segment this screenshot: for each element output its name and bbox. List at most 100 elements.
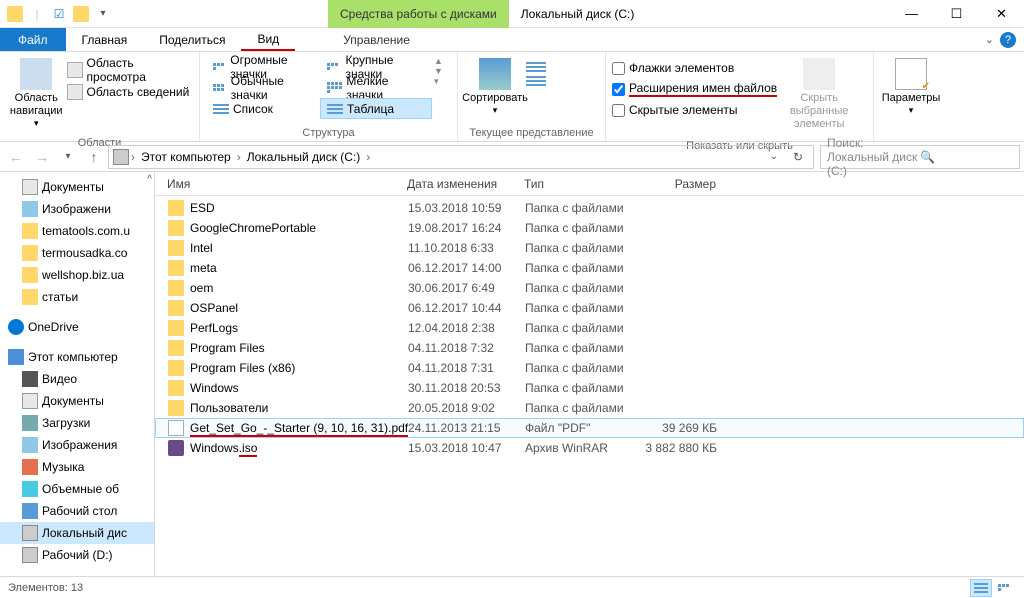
tree-item-label: Документы [42,180,104,194]
col-size[interactable]: Размер [636,177,736,191]
tree-item-icon [22,245,38,261]
tree-item[interactable]: Объемные об [0,478,154,500]
tree-item[interactable]: статьи [0,286,154,308]
tree-item[interactable]: Музыка [0,456,154,478]
file-tab[interactable]: Файл [0,28,66,51]
table-row[interactable]: PerfLogs12.04.2018 2:38Папка с файлами [155,318,1024,338]
table-row[interactable]: oem30.06.2017 6:49Папка с файлами [155,278,1024,298]
tree-item[interactable]: Рабочий стол [0,500,154,522]
column-headers[interactable]: Имя Дата изменения Тип Размер [155,172,1024,196]
tree-item[interactable]: Этот компьютер [0,346,154,368]
help-icon[interactable]: ? [1000,32,1016,48]
tree-item[interactable]: Документы [0,390,154,412]
layout-scroll-down-icon[interactable]: ▼ [434,66,443,76]
table-row[interactable]: Intel11.10.2018 6:33Папка с файлами [155,238,1024,258]
layout-normal-icons[interactable]: Обычные значки [206,77,318,98]
qat-props-icon[interactable]: ☑ [48,3,70,25]
up-button[interactable]: ↑ [82,145,106,169]
sort-button[interactable]: Сортировать▾ [464,56,526,118]
qat-newfolder-icon[interactable] [70,3,92,25]
tree-item[interactable]: wellshop.biz.ua [0,264,154,286]
breadcrumb-sep-icon[interactable]: › [366,150,370,164]
breadcrumb-drive-c[interactable]: Локальный диск (C:) [243,150,365,164]
table-row[interactable]: Windows30.11.2018 20:53Папка с файлами [155,378,1024,398]
recent-locations-button[interactable]: ▾ [56,145,80,169]
table-row[interactable]: GoogleChromePortable19.08.2017 16:24Папк… [155,218,1024,238]
file-extensions-toggle[interactable]: Расширения имен файлов [612,79,777,99]
table-row[interactable]: meta06.12.2017 14:00Папка с файлами [155,258,1024,278]
tree-scroll-up-icon[interactable]: ^ [147,174,152,185]
table-row[interactable]: Windows.iso15.03.2018 10:47Архив WinRAR3… [155,438,1024,458]
sizecol-icon[interactable] [526,76,546,86]
tree-item-icon [22,179,38,195]
search-box[interactable]: Поиск: Локальный диск (C:) 🔍 [820,145,1020,169]
layout-table[interactable]: Таблица [320,98,432,119]
qat-customize-icon[interactable]: ▾ [92,3,114,25]
breadcrumb-sep-icon[interactable]: › [131,150,135,164]
file-name: Program Files (x86) [190,361,408,375]
tree-item[interactable]: Документы [0,176,154,198]
address-bar[interactable]: › Этот компьютер › Локальный диск (C:) ›… [108,145,814,169]
layout-more-icon[interactable]: ▾ [434,76,443,87]
item-checkboxes-checkbox[interactable] [612,62,625,75]
close-button[interactable]: ✕ [979,0,1024,28]
col-type[interactable]: Тип [524,177,636,191]
maximize-button[interactable]: ☐ [934,0,979,28]
nav-pane-icon [20,58,52,90]
share-tab[interactable]: Поделиться [143,28,241,51]
view-details-button[interactable] [970,579,992,597]
nav-tree[interactable]: ^ Документы Изображениtematools.com.uterm… [0,172,155,576]
col-date[interactable]: Дата изменения [407,177,524,191]
view-icons-button[interactable] [994,579,1016,597]
hide-selected-button[interactable]: Скрыть выбранные элементы [777,56,861,134]
file-type: Папка с файлами [525,301,637,315]
table-row[interactable]: Get_Set_Go_-_Starter (9, 10, 16, 31).pdf… [155,418,1024,438]
ribbon-collapse-icon[interactable]: ⌄ [985,33,994,46]
small-icons-icon [327,82,342,93]
layout-scroll-up-icon[interactable]: ▲ [434,56,443,66]
tree-item[interactable]: OneDrive [0,316,154,338]
table-row[interactable]: Program Files04.11.2018 7:32Папка с файл… [155,338,1024,358]
file-extensions-checkbox[interactable] [612,83,625,96]
file-name: oem [190,281,408,295]
tree-item[interactable]: Изображения [0,434,154,456]
item-checkboxes-toggle[interactable]: Флажки элементов [612,58,777,78]
tree-item[interactable]: Локальный дис [0,522,154,544]
tree-item[interactable]: tematools.com.u [0,220,154,242]
col-name[interactable]: Имя [167,177,407,191]
back-button[interactable]: ← [4,145,28,169]
tree-item[interactable]: Видео [0,368,154,390]
tree-item[interactable]: Загрузки [0,412,154,434]
home-tab[interactable]: Главная [66,28,144,51]
layout-small-icons[interactable]: Мелкие значки [320,77,432,98]
table-row[interactable]: Program Files (x86)04.11.2018 7:31Папка … [155,358,1024,378]
preview-pane-button[interactable]: Область просмотра [67,60,193,80]
file-date: 11.10.2018 6:33 [408,241,525,255]
table-row[interactable]: OSPanel06.12.2017 10:44Папка с файлами [155,298,1024,318]
breadcrumb-sep-icon[interactable]: › [237,150,241,164]
tree-item[interactable]: Изображени [0,198,154,220]
tree-item-label: Локальный дис [42,526,127,540]
table-row[interactable]: Пользователи20.05.2018 9:02Папка с файла… [155,398,1024,418]
breadcrumb-this-pc[interactable]: Этот компьютер [137,150,235,164]
view-tab[interactable]: Вид [241,28,295,51]
addcol-icon[interactable] [526,62,546,72]
refresh-icon[interactable]: ↻ [787,150,809,164]
options-button[interactable]: ✔ Параметры▾ [880,56,942,118]
quick-access-toolbar: | ☑ ▾ [0,3,118,25]
nav-pane-button[interactable]: Область навигации▾ [6,56,67,131]
minimize-button[interactable]: — [889,0,934,28]
nav-bar: ← → ▾ ↑ › Этот компьютер › Локальный дис… [0,142,1024,172]
hidden-items-checkbox[interactable] [612,104,625,117]
address-history-icon[interactable]: ⌄ [763,151,785,162]
hidden-items-toggle[interactable]: Скрытые элементы [612,100,777,120]
table-row[interactable]: ESD15.03.2018 10:59Папка с файлами [155,198,1024,218]
forward-button[interactable]: → [30,145,54,169]
app-icon[interactable] [4,3,26,25]
manage-tab[interactable]: Управление [327,28,426,51]
details-pane-button[interactable]: Область сведений [67,82,193,102]
tree-item[interactable]: termousadka.co [0,242,154,264]
layout-list[interactable]: Список [206,98,318,119]
tree-item[interactable]: Рабочий (D:) [0,544,154,566]
file-date: 30.11.2018 20:53 [408,381,525,395]
